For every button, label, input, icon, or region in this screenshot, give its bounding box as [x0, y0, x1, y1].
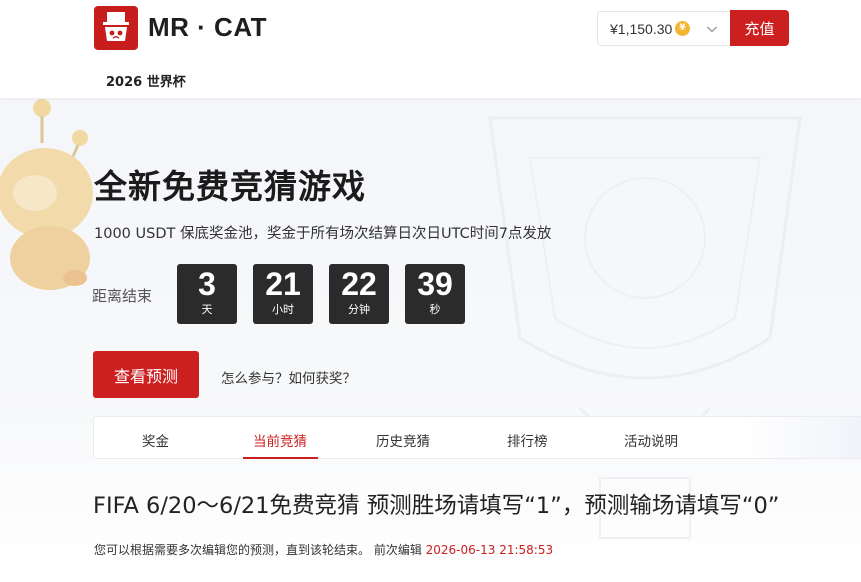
countdown-unit: 小时 — [272, 303, 294, 316]
countdown-value: 39 — [417, 266, 453, 302]
tab-bar: 奖金 当前竞猜 历史竞猜 排行榜 活动说明 — [93, 416, 861, 459]
countdown-seconds: 39 秒 — [405, 264, 465, 324]
top-header: MR · CAT 2026 世界杯 ¥1,150.30 ¥ 充值 — [0, 0, 861, 98]
tab-leaderboard[interactable]: 排行榜 — [507, 430, 548, 450]
countdown-unit: 天 — [201, 303, 213, 316]
section-title: FIFA 6/20～6/21免费竞猜 预测胜场请填写“1”，预测输场请填写“0” — [93, 493, 780, 519]
countdown-label: 距离结束 — [92, 287, 153, 305]
hero-subtitle: 1000 USDT 保底奖金池，奖金于所有场次结算日次日UTC时间7点发放 — [94, 226, 552, 242]
nav-item-world-cup[interactable]: 2026 世界杯 — [106, 71, 186, 90]
view-prediction-button[interactable]: 查看预测 — [93, 351, 199, 398]
tab-prize[interactable]: 奖金 — [142, 430, 169, 450]
how-to-participate-link[interactable]: 怎么参与？如何获奖？ — [221, 367, 356, 387]
edit-note: 您可以根据需要多次编辑您的预测，直到该轮结束。 前次编辑 2026-06-13 … — [94, 541, 553, 558]
countdown-days: 3 天 — [177, 264, 237, 324]
logo[interactable] — [94, 6, 138, 50]
countdown-value: 3 — [198, 266, 216, 302]
tab-history[interactable]: 历史竞猜 — [376, 430, 430, 450]
chevron-down-icon — [707, 26, 717, 33]
countdown-hours: 21 小时 — [253, 264, 313, 324]
countdown-value: 22 — [341, 266, 377, 302]
coin-icon: ¥ — [675, 21, 690, 36]
countdown-minutes: 22 分钟 — [329, 264, 389, 324]
tab-rules[interactable]: 活动说明 — [624, 430, 678, 450]
topup-button[interactable]: 充值 — [730, 10, 789, 46]
tab-bar-fade — [742, 417, 861, 458]
countdown-unit: 分钟 — [348, 303, 370, 316]
balance-amount: ¥1,150.30 — [610, 21, 673, 37]
countdown-unit: 秒 — [429, 303, 441, 316]
tab-current-predictions[interactable]: 当前竞猜 — [253, 430, 307, 450]
brand-name[interactable]: MR · CAT — [148, 12, 267, 43]
countdown-value: 21 — [265, 266, 301, 302]
active-tab-indicator — [243, 457, 318, 459]
last-edit-time: 2026-06-13 21:58:53 — [425, 543, 554, 557]
edit-note-text: 您可以根据需要多次编辑您的预测，直到该轮结束。 前次编辑 — [94, 543, 426, 557]
hero-title: 全新免费竞猜游戏 — [94, 167, 366, 206]
balance-selector[interactable]: ¥1,150.30 ¥ — [597, 11, 730, 46]
cat-logo-icon — [103, 12, 129, 41]
